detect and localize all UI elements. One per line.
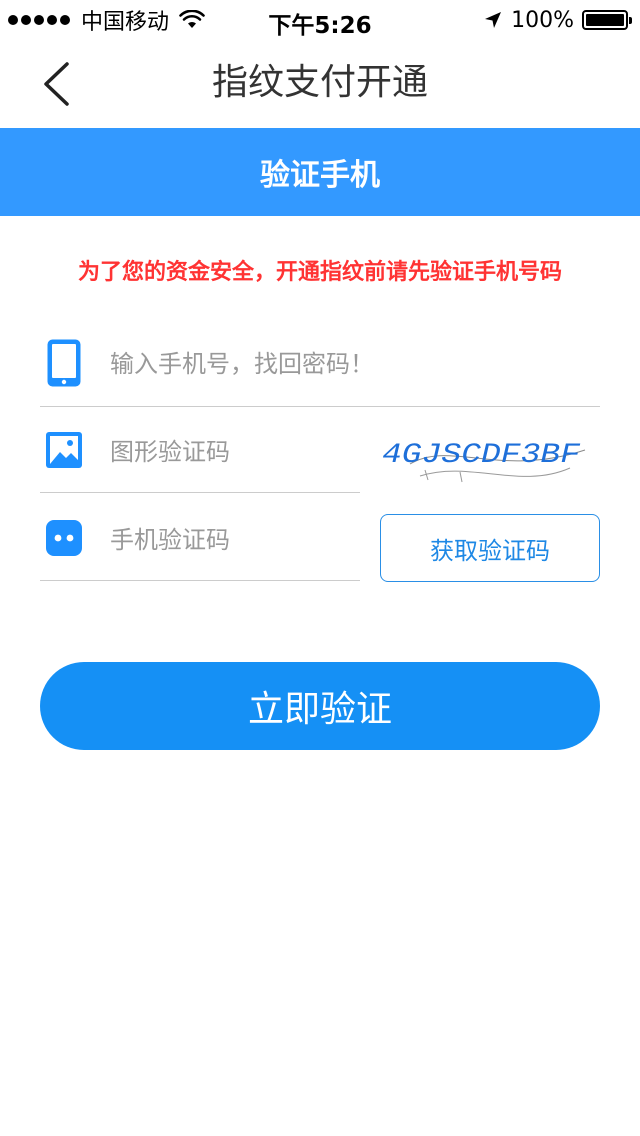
phone-input[interactable]	[110, 348, 590, 380]
location-arrow-icon	[485, 12, 502, 28]
battery-percent: 100%	[511, 7, 574, 33]
captcha-image[interactable]: 4GJSCDF3BF	[380, 420, 590, 486]
security-notice: 为了您的资金安全，开通指纹前请先验证手机号码	[77, 260, 562, 285]
divider	[40, 492, 360, 493]
sms-code-input[interactable]	[110, 524, 350, 556]
page-title: 指纹支付开通	[211, 62, 428, 103]
captcha-row	[40, 428, 360, 478]
banner-title: 验证手机	[260, 158, 380, 193]
verify-button[interactable]: 立即验证	[40, 662, 600, 750]
section-banner: 验证手机	[0, 128, 640, 216]
status-right: 100%	[483, 6, 632, 34]
nav-bar: 指纹支付开通	[0, 40, 640, 128]
phone-icon	[47, 339, 81, 387]
phone-row	[40, 336, 600, 392]
captcha-input[interactable]	[110, 436, 350, 468]
status-bar: 中国移动 下午5:26 100%	[0, 0, 640, 40]
image-icon	[46, 432, 82, 468]
sms-row	[40, 516, 360, 566]
divider	[40, 580, 360, 581]
divider	[40, 406, 600, 407]
battery-icon	[582, 10, 632, 30]
get-code-button[interactable]: 获取验证码	[380, 514, 600, 582]
message-dots-icon	[46, 520, 82, 556]
captcha-text: 4GJSCDF3BF	[382, 440, 580, 471]
